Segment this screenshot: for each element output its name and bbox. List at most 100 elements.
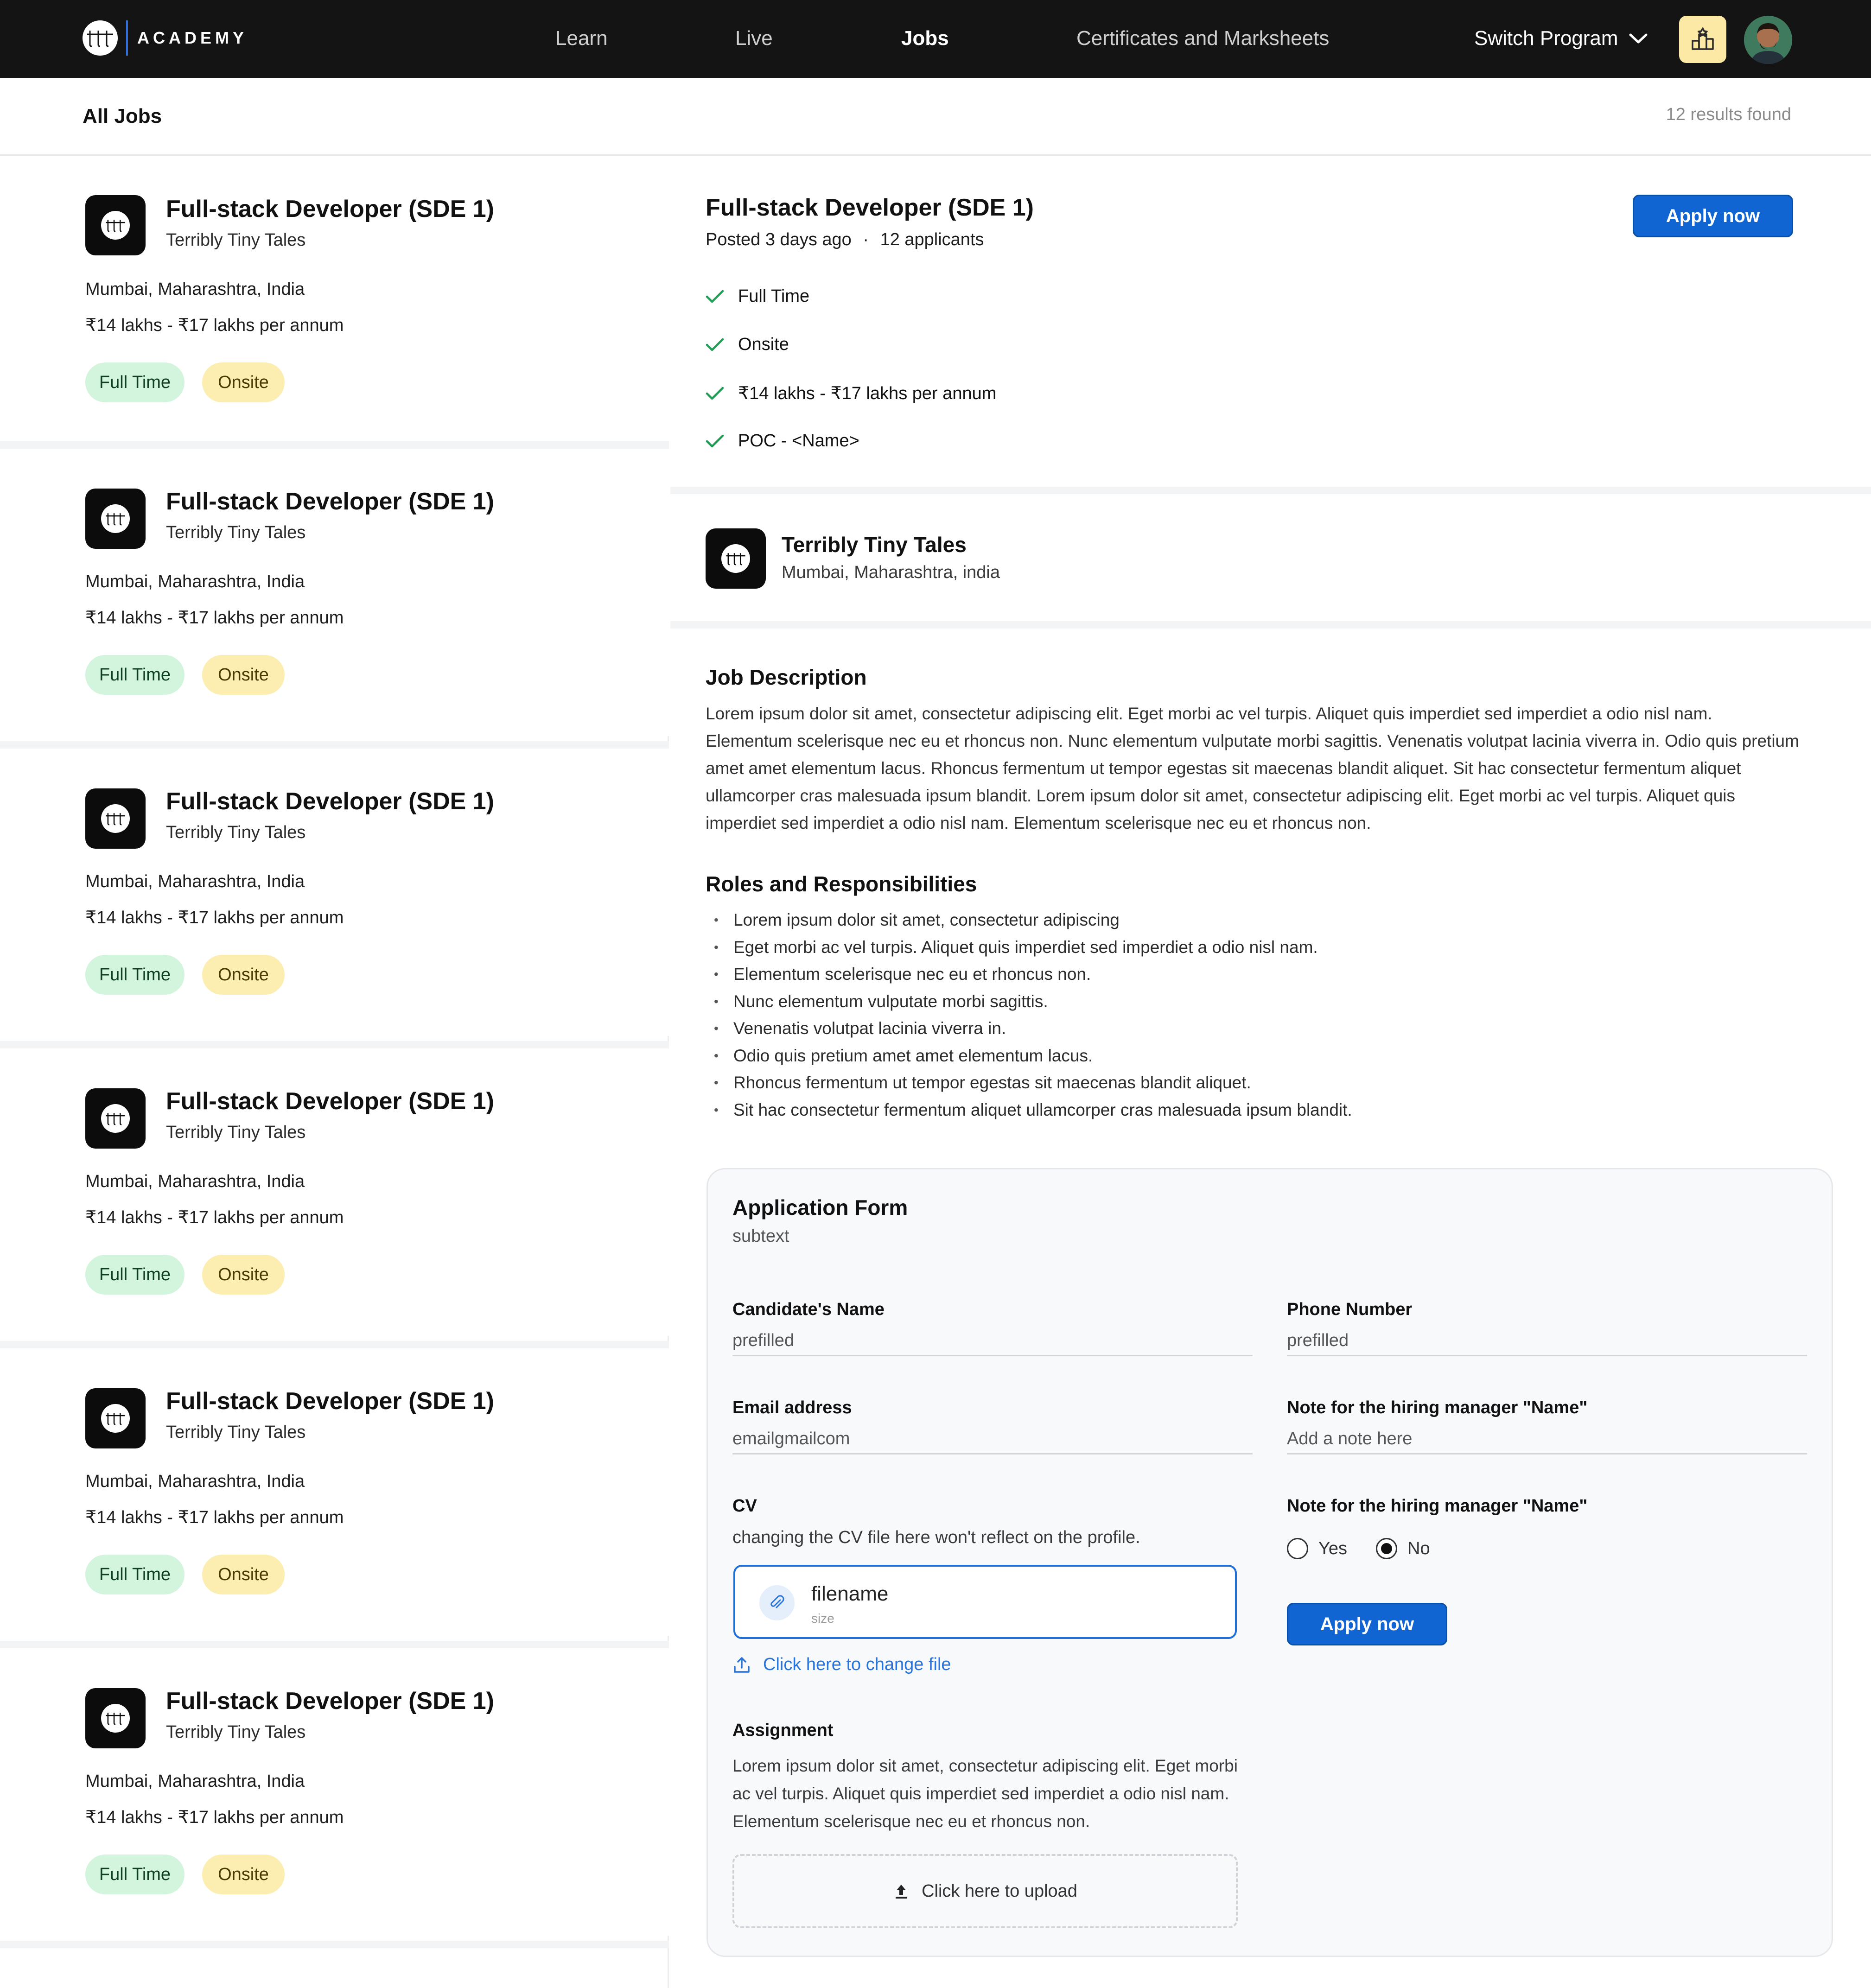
radio-yes[interactable]: Yes: [1287, 1538, 1347, 1559]
page-title: All Jobs: [83, 105, 162, 127]
assignment-label: Assignment: [732, 1721, 834, 1740]
change-file-label: Click here to change file: [763, 1655, 951, 1674]
list-item: Sit hac consectetur fermentum aliquet ul…: [714, 1097, 1352, 1124]
radio-no[interactable]: No: [1376, 1538, 1430, 1559]
nav-certificates-and-marksheets[interactable]: Certificates and Marksheets: [1076, 27, 1329, 50]
form-subtitle: subtext: [732, 1226, 789, 1246]
top-navigation-bar: ACADEMY Learn Live Jobs Certificates and…: [0, 0, 1871, 78]
job-card[interactable]: Full-stack Developer (SDE 1) Terribly Ti…: [0, 1048, 669, 1336]
job-card[interactable]: Full-stack Developer (SDE 1) Terribly Ti…: [0, 1648, 669, 1936]
assignment-text: Lorem ipsum dolor sit amet, consectetur …: [732, 1756, 1238, 1831]
nav-learn[interactable]: Learn: [555, 27, 608, 50]
nav-jobs[interactable]: Jobs: [901, 27, 949, 50]
list-item: Lorem ipsum dolor sit amet, consectetur …: [714, 907, 1352, 934]
job-company: Terribly Tiny Tales: [166, 523, 306, 542]
tag-full-time: Full Time: [85, 1855, 185, 1894]
radio-no-circle[interactable]: [1376, 1538, 1397, 1559]
roles-heading: Roles and Responsibilities: [706, 872, 977, 896]
tag-onsite: Onsite: [202, 362, 285, 402]
company-logo-icon: [85, 1388, 146, 1448]
phone-number-label: Phone Number: [1287, 1300, 1413, 1319]
company-logo-icon: [85, 1688, 146, 1748]
switch-program-dropdown[interactable]: Switch Program: [1474, 27, 1648, 50]
cv-help-text: changing the CV file here won't reflect …: [732, 1528, 1140, 1547]
leaderboard-icon: [1692, 27, 1714, 50]
check-icon: [706, 290, 724, 303]
job-card[interactable]: Full-stack Developer (SDE 1) Terribly Ti…: [0, 749, 669, 1036]
job-card-divider: [0, 1341, 669, 1348]
tag-onsite: Onsite: [202, 1855, 285, 1894]
cv-label: CV: [732, 1496, 757, 1516]
job-location: Mumbai, Maharashtra, India: [85, 1172, 305, 1191]
candidate-name-input[interactable]: [732, 1327, 1253, 1356]
job-title: Full-stack Developer (SDE 1): [166, 788, 494, 815]
results-count: 12 results found: [1666, 105, 1791, 124]
job-description-text: Lorem ipsum dolor sit amet, consectetur …: [706, 704, 1799, 832]
job-location: Mumbai, Maharashtra, India: [85, 1472, 305, 1491]
academy-brand[interactable]: ACADEMY: [83, 20, 248, 56]
detail-job-meta: Posted 3 days ago · 12 applicants: [706, 230, 984, 250]
job-salary: ₹14 lakhs - ₹17 lakhs per annum: [85, 908, 344, 927]
change-file-link[interactable]: Click here to change file: [732, 1655, 951, 1675]
brand-divider: [126, 20, 128, 56]
hiring-manager-note-input[interactable]: [1287, 1425, 1807, 1454]
highlight-item: Full Time: [706, 286, 809, 306]
list-item: Nunc elementum vulputate morbi sagittis.: [714, 988, 1352, 1016]
job-title: Full-stack Developer (SDE 1): [166, 488, 494, 515]
job-salary: ₹14 lakhs - ₹17 lakhs per annum: [85, 1208, 344, 1227]
company-logo-icon: [85, 489, 146, 549]
paperclip-icon: [759, 1585, 795, 1620]
phone-number-input[interactable]: [1287, 1327, 1807, 1356]
list-item: Rhoncus fermentum ut tempor egestas sit …: [714, 1069, 1352, 1097]
cv-file-size: size: [811, 1611, 834, 1626]
form-apply-now-button[interactable]: Apply now: [1287, 1603, 1447, 1645]
job-card[interactable]: Full-stack Developer (SDE 1) Terribly Ti…: [0, 156, 669, 444]
job-card[interactable]: Full-stack Developer (SDE 1) Terribly Ti…: [0, 449, 669, 736]
list-item: Eget morbi ac vel turpis. Aliquet quis i…: [714, 934, 1352, 961]
company-name[interactable]: Terribly Tiny Tales: [782, 532, 967, 557]
job-card[interactable]: Full-stack Developer (SDE 1) Terribly Ti…: [0, 1348, 669, 1636]
job-location: Mumbai, Maharashtra, India: [85, 1772, 305, 1791]
assignment-upload-area[interactable]: Click here to upload: [732, 1854, 1238, 1928]
cv-file-card[interactable]: filename size: [733, 1565, 1237, 1639]
list-item: Elementum scelerisque nec eu et rhoncus …: [714, 961, 1352, 988]
tag-full-time: Full Time: [85, 1255, 185, 1295]
job-title: Full-stack Developer (SDE 1): [166, 1388, 494, 1415]
job-location: Mumbai, Maharashtra, India: [85, 279, 305, 299]
job-title: Full-stack Developer (SDE 1): [166, 196, 494, 222]
highlight-text: Onsite: [738, 335, 789, 354]
email-address-input[interactable]: [732, 1425, 1253, 1454]
job-salary: ₹14 lakhs - ₹17 lakhs per annum: [85, 316, 344, 335]
hiring-manager-note-label: Note for the hiring manager "Name": [1287, 1398, 1588, 1417]
job-location: Mumbai, Maharashtra, India: [85, 572, 305, 591]
tag-full-time: Full Time: [85, 655, 185, 695]
nav-live[interactable]: Live: [735, 27, 773, 50]
user-avatar[interactable]: [1744, 16, 1792, 64]
job-card-divider: [0, 441, 669, 449]
job-company: Terribly Tiny Tales: [166, 1423, 306, 1442]
job-card-divider: [0, 1641, 669, 1648]
tag-onsite: Onsite: [202, 955, 285, 995]
company-logo-icon: [85, 788, 146, 849]
company-logo-icon: [706, 528, 766, 589]
leaderboard-button[interactable]: [1679, 16, 1726, 63]
highlight-item: POC - <Name>: [706, 431, 859, 451]
applicants-count: 12 applicants: [880, 230, 984, 249]
job-location: Mumbai, Maharashtra, India: [85, 872, 305, 891]
highlight-item: Onsite: [706, 335, 789, 355]
tag-full-time: Full Time: [85, 955, 185, 995]
radio-yes-circle[interactable]: [1287, 1538, 1308, 1559]
tag-onsite: Onsite: [202, 1255, 285, 1295]
job-company: Terribly Tiny Tales: [166, 230, 306, 250]
radio-no-label: No: [1407, 1538, 1430, 1558]
job-title: Full-stack Developer (SDE 1): [166, 1688, 494, 1715]
switch-program-label: Switch Program: [1474, 27, 1618, 50]
section-divider: [670, 487, 1871, 494]
radio-yes-label: Yes: [1318, 1538, 1347, 1558]
section-divider: [670, 621, 1871, 629]
check-icon: [706, 338, 724, 351]
upload-icon: [896, 1885, 907, 1899]
apply-now-button[interactable]: Apply now: [1633, 195, 1793, 237]
roles-list: Lorem ipsum dolor sit amet, consectetur …: [714, 907, 1352, 1124]
job-card-divider: [0, 741, 669, 749]
